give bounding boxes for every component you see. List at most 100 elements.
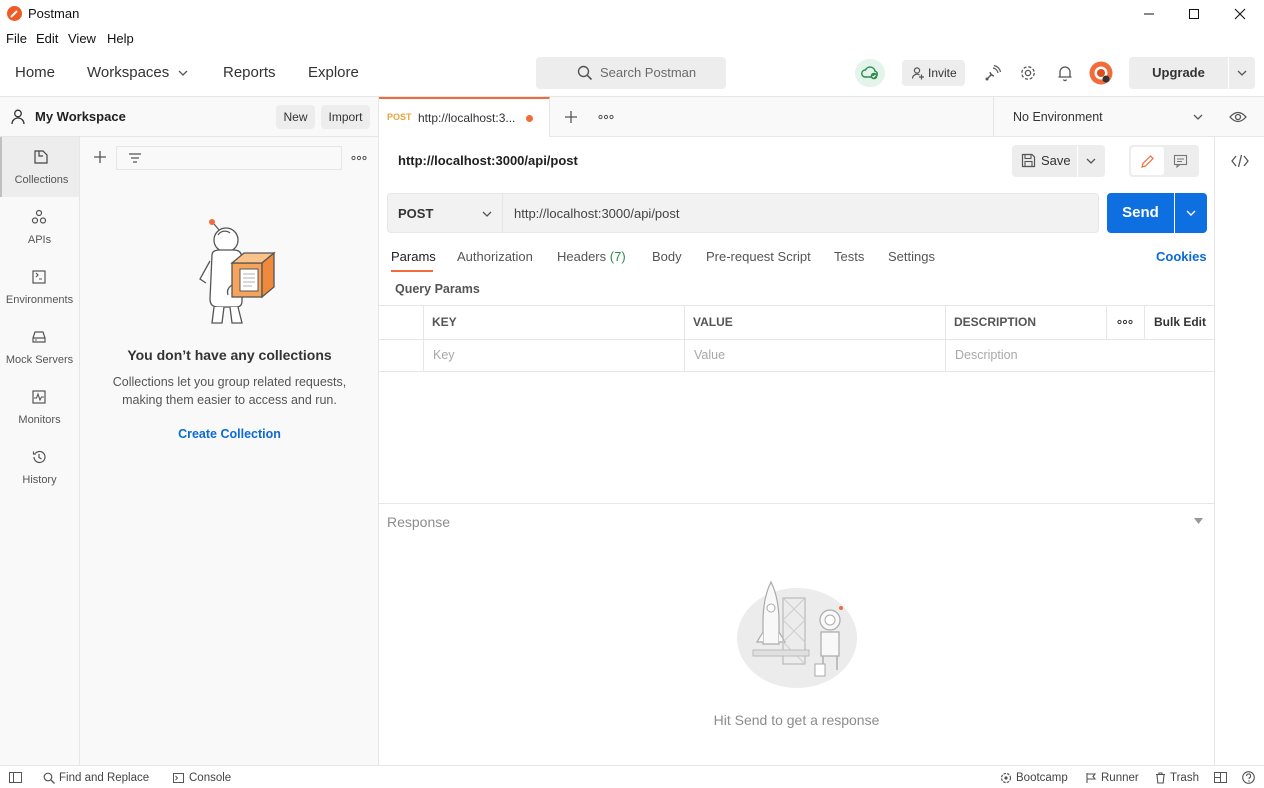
save-button[interactable]: Save [1012,145,1077,177]
cookies-link[interactable]: Cookies [1156,249,1207,264]
new-button[interactable]: New [276,105,315,129]
toggle-sidebar-icon[interactable] [9,772,22,783]
title-bar: Postman [0,0,1264,28]
tab-body[interactable]: Body [652,249,682,264]
search-icon [43,772,55,784]
runner-icon [1086,773,1097,783]
nav-workspaces[interactable]: Workspaces [87,64,169,81]
response-header[interactable]: Response [379,503,1214,537]
tab-tests[interactable]: Tests [834,249,864,264]
user-icon [11,109,25,125]
workspace-header: My Workspace New Import [0,97,379,137]
cloud-sync-icon[interactable] [855,59,885,87]
eye-icon[interactable] [1229,110,1247,124]
more-tabs-icon[interactable] [598,114,614,120]
table-more-options-icon[interactable] [1117,319,1133,325]
key-input[interactable]: Key [433,348,455,362]
sidebar-item-history[interactable]: History [0,437,79,497]
nav-reports[interactable]: Reports [223,64,276,81]
sidebar-item-label: Collections [14,174,69,186]
sidebar-item-label: Environments [5,294,74,306]
sidebar-item-monitors[interactable]: Monitors [0,377,79,437]
request-name[interactable]: http://localhost:3000/api/post [398,153,578,168]
chevron-down-icon [482,211,492,217]
send-dropdown-button[interactable] [1175,193,1207,233]
menu-file[interactable]: File [6,31,27,46]
more-options-icon[interactable] [351,155,367,161]
environment-select[interactable]: No Environment [993,97,1213,137]
apis-icon [31,209,47,224]
right-sidebar [1214,137,1264,765]
avatar[interactable] [1089,61,1113,85]
sidebar-item-mock-servers[interactable]: Mock Servers [0,317,79,377]
bell-icon[interactable] [1057,64,1073,82]
minimize-icon[interactable] [1126,0,1172,28]
method-select[interactable]: POST [387,193,502,233]
chevron-down-icon [1193,114,1203,120]
upgrade-dropdown-button[interactable] [1229,57,1255,89]
code-icon[interactable] [1231,154,1249,168]
save-dropdown-button[interactable] [1078,145,1105,177]
collection-filter-input[interactable] [116,146,342,170]
save-icon [1021,153,1036,168]
help-icon[interactable] [1242,771,1255,784]
environment-label: No Environment [1013,110,1103,124]
search-input[interactable]: Search Postman [536,57,726,89]
tab-settings[interactable]: Settings [888,249,935,264]
two-pane-icon[interactable] [1214,772,1227,783]
chevron-down-icon[interactable] [178,69,188,77]
menu-help[interactable]: Help [107,31,134,46]
sidebar-item-label: Mock Servers [5,354,74,366]
active-tab-indicator [391,270,433,272]
tab-params[interactable]: Params [391,249,436,264]
create-collection-link[interactable]: Create Collection [80,427,379,441]
save-label: Save [1041,153,1071,168]
description-input[interactable]: Description [955,348,1018,362]
trash-button[interactable]: Trash [1170,772,1199,784]
gear-icon[interactable] [1019,64,1037,82]
maximize-icon[interactable] [1171,0,1217,28]
comment-icon[interactable] [1173,154,1188,168]
nav-home[interactable]: Home [15,64,55,81]
bootcamp-button[interactable]: Bootcamp [1016,772,1068,784]
tab-request-active[interactable]: POST http://localhost:3... [379,97,550,137]
close-icon[interactable] [1217,0,1263,28]
new-tab-plus-icon[interactable] [564,110,578,124]
collections-panel: You don’t have any collections Collectio… [80,137,379,765]
tab-pre-request-script[interactable]: Pre-request Script [706,249,811,264]
invite-button[interactable]: Invite [902,60,965,86]
upgrade-button[interactable]: Upgrade [1129,57,1228,89]
menu-edit[interactable]: Edit [36,31,58,46]
sidebar-item-environments[interactable]: Environments [0,257,79,317]
value-input[interactable]: Value [694,348,725,362]
send-button[interactable]: Send [1107,193,1174,233]
plus-icon[interactable] [93,150,107,164]
environments-icon [32,270,46,284]
sidebar-item-label: History [22,474,57,486]
sidebar-item-collections[interactable]: Collections [0,137,79,197]
sidebar-item-apis[interactable]: APIs [0,197,79,257]
find-replace-button[interactable]: Find and Replace [59,772,149,784]
edit-mode-button[interactable] [1131,147,1164,175]
workspace-name[interactable]: My Workspace [35,109,126,124]
nav-explore[interactable]: Explore [308,64,359,81]
runner-button[interactable]: Runner [1101,772,1139,784]
url-input[interactable]: http://localhost:3000/api/post [502,193,1099,233]
tab-authorization[interactable]: Authorization [457,249,533,264]
send-label: Send [1122,204,1159,221]
mock-servers-icon [32,331,46,343]
chevron-down-icon [1186,210,1196,216]
empty-collections-description: Collections let you group related reques… [112,375,347,407]
empty-response-text: Hit Send to get a response [713,712,880,728]
chevron-down-icon [1086,158,1096,164]
tab-method-badge: POST [387,112,412,122]
tab-headers[interactable]: Headers (7) [557,249,626,264]
bulk-edit-button[interactable]: Bulk Edit [1154,315,1206,329]
filter-icon [129,153,141,163]
import-button[interactable]: Import [321,105,370,129]
satellite-icon[interactable] [984,64,1002,82]
console-button[interactable]: Console [189,772,231,784]
menu-view[interactable]: View [68,31,96,46]
request-tab-bar: POST http://localhost:3... No Environmen… [379,97,1264,137]
tab-headers-label: Headers [557,249,607,264]
